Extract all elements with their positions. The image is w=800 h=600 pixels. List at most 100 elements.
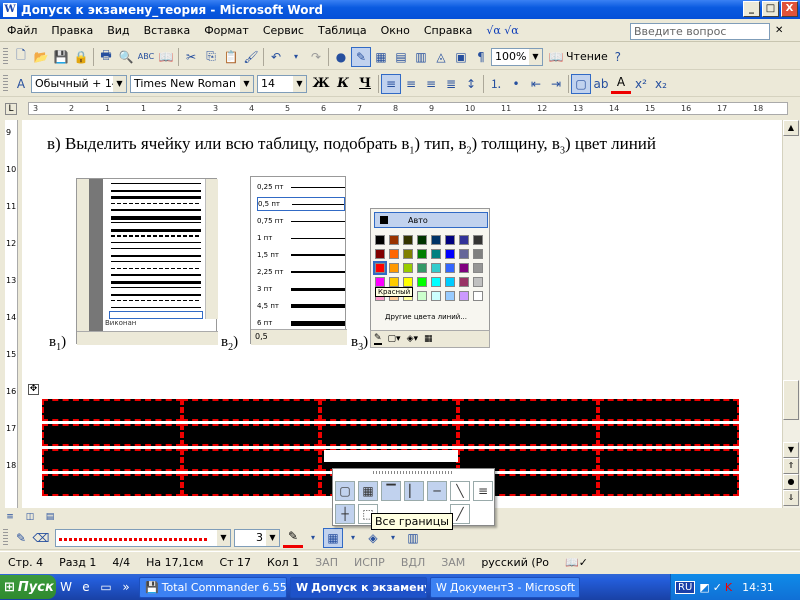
table-cell[interactable] [320,424,458,446]
font-color-icon[interactable]: A [611,74,631,94]
line-weight-select[interactable]: 3 ▼ [234,528,280,547]
bold-button[interactable]: Ж [310,74,332,94]
border-color-dropdown-icon[interactable]: ▾ [303,528,323,548]
menu-window[interactable]: Окно [374,24,417,37]
horizontal-line-option-icon[interactable]: ≡ [473,481,493,501]
line-style-select[interactable]: ▼ [55,528,231,547]
table-toolbar-options-icon[interactable]: ▥ [403,528,423,548]
menu-insert[interactable]: Вставка [137,24,198,37]
format-painter-icon[interactable]: 🖌 [241,47,261,67]
styles-icon[interactable]: A [11,74,31,94]
tables-borders-icon[interactable]: ✎ [351,46,371,67]
next-page-icon[interactable]: ⇓ [783,490,799,506]
vertical-scrollbar[interactable]: ▲ ▼ ⇑ ● ⇓ [782,120,800,508]
menu-table[interactable]: Таблица [311,24,374,37]
table-cell[interactable] [182,399,320,421]
style-select[interactable]: Обычный + 14 г ▼ [31,74,127,93]
tray-icon-2[interactable]: ✓ [713,581,722,594]
help-icon[interactable]: ? [608,47,628,67]
top-border-option-icon[interactable]: ▔ [381,481,401,501]
align-center-icon[interactable]: ≡ [401,74,421,94]
italic-button[interactable]: К [332,74,354,94]
spelling-status-icon[interactable]: 📖✓ [557,556,596,569]
menu-edit[interactable]: Правка [44,24,100,37]
maximize-button[interactable]: □ [762,1,779,17]
web-view-icon[interactable]: ◫ [20,507,40,527]
subscript-icon[interactable]: x₂ [651,74,671,94]
new-doc-icon[interactable]: 🗋 [11,47,31,67]
copy-icon[interactable]: ⎘ [201,47,221,67]
table-move-handle-icon[interactable]: ✥ [28,384,39,395]
read-button[interactable]: Чтение [566,50,608,63]
table-cell[interactable] [42,399,182,421]
start-button[interactable]: ⊞ Пуск [0,575,56,599]
drawing-icon[interactable]: ◬ [431,47,451,67]
outside-borders-option-icon[interactable]: ▢ [335,481,355,501]
highlight-icon[interactable]: ab [591,74,611,94]
task-total-commander[interactable]: 💾Total Commander 6.55 -... [139,576,287,598]
menu-view[interactable]: Вид [100,24,136,37]
permission-icon[interactable]: 🔒 [71,47,91,67]
show-hide-icon[interactable]: ¶ [471,47,491,67]
borders-icon[interactable]: ▢ [571,73,591,94]
close-doc-icon[interactable]: ✕ [775,25,783,36]
table-cell[interactable] [598,449,739,471]
toolbar-grip[interactable] [3,74,8,93]
browse-object-icon[interactable]: ● [783,474,799,490]
print-icon[interactable]: 🖶 [96,47,116,67]
shading-dropdown-icon[interactable]: ▾ [383,528,403,548]
inside-horizontal-option-icon[interactable]: ─ [427,481,447,501]
tab-selector-icon[interactable]: L [5,103,17,115]
table-cell[interactable] [598,474,739,496]
table-cell[interactable] [182,474,320,496]
read-icon[interactable]: 📖 [546,47,566,67]
status-trk[interactable]: ИСПР [346,556,393,569]
columns-icon[interactable]: ▥ [411,47,431,67]
spelling-icon[interactable]: ABC [136,47,156,67]
underline-button[interactable]: Ч [354,74,376,94]
tray-icon-1[interactable]: ◩ [699,581,709,594]
table-cell[interactable] [458,424,598,446]
menu-tools[interactable]: Сервис [256,24,311,37]
task-word-doc-active[interactable]: WДопуск к экзамену_... [290,576,427,598]
bullets-icon[interactable]: • [506,74,526,94]
zoom-select[interactable]: 100% ▼ [491,47,543,66]
diagonal-down-option-icon[interactable]: ╲ [450,481,470,501]
table-row[interactable] [42,424,742,446]
redo-icon[interactable]: ↷ [306,47,326,67]
menu-help[interactable]: Справка [417,24,479,37]
print-preview-icon[interactable]: 🔍 [116,47,136,67]
save-icon[interactable]: 💾 [51,47,71,67]
decrease-indent-icon[interactable]: ⇤ [526,74,546,94]
ask-question-input[interactable]: Введите вопрос [630,23,770,40]
justify-icon[interactable]: ≣ [441,74,461,94]
shading-icon[interactable]: ◈ [363,528,383,548]
normal-view-icon[interactable]: ≡ [0,507,20,527]
table-cell[interactable] [320,399,458,421]
status-rec[interactable]: ЗАП [307,556,346,569]
close-button[interactable]: X [781,1,798,17]
status-ext[interactable]: ВДЛ [393,556,433,569]
ink-icon[interactable]: ● [331,47,351,67]
paste-icon[interactable]: 📋 [221,47,241,67]
table-cell[interactable] [598,424,739,446]
eraser-icon[interactable]: ⌫ [31,528,51,548]
toolbar-grip[interactable] [3,47,8,66]
align-left-icon[interactable]: ≡ [381,73,401,94]
insert-table-icon[interactable]: ▦ [371,47,391,67]
menu-format[interactable]: Формат [197,24,256,37]
equation-icon[interactable]: √α √α [479,24,525,37]
quicklaunch-desktop-icon[interactable]: ▭ [96,577,116,597]
table-cell[interactable] [42,449,182,471]
language-indicator[interactable]: RU [675,580,696,594]
quicklaunch-more-icon[interactable]: » [116,577,136,597]
tray-icon-3[interactable]: K [725,581,732,594]
status-ovr[interactable]: ЗАМ [433,556,473,569]
cut-icon[interactable]: ✂ [181,47,201,67]
quicklaunch-word-icon[interactable]: W [56,577,76,597]
open-icon[interactable]: 📂 [31,47,51,67]
superscript-icon[interactable]: x² [631,74,651,94]
toolbar-grip[interactable] [3,528,8,547]
undo-icon[interactable]: ↶ [266,47,286,67]
outside-border-icon[interactable]: ▦ [323,527,343,548]
